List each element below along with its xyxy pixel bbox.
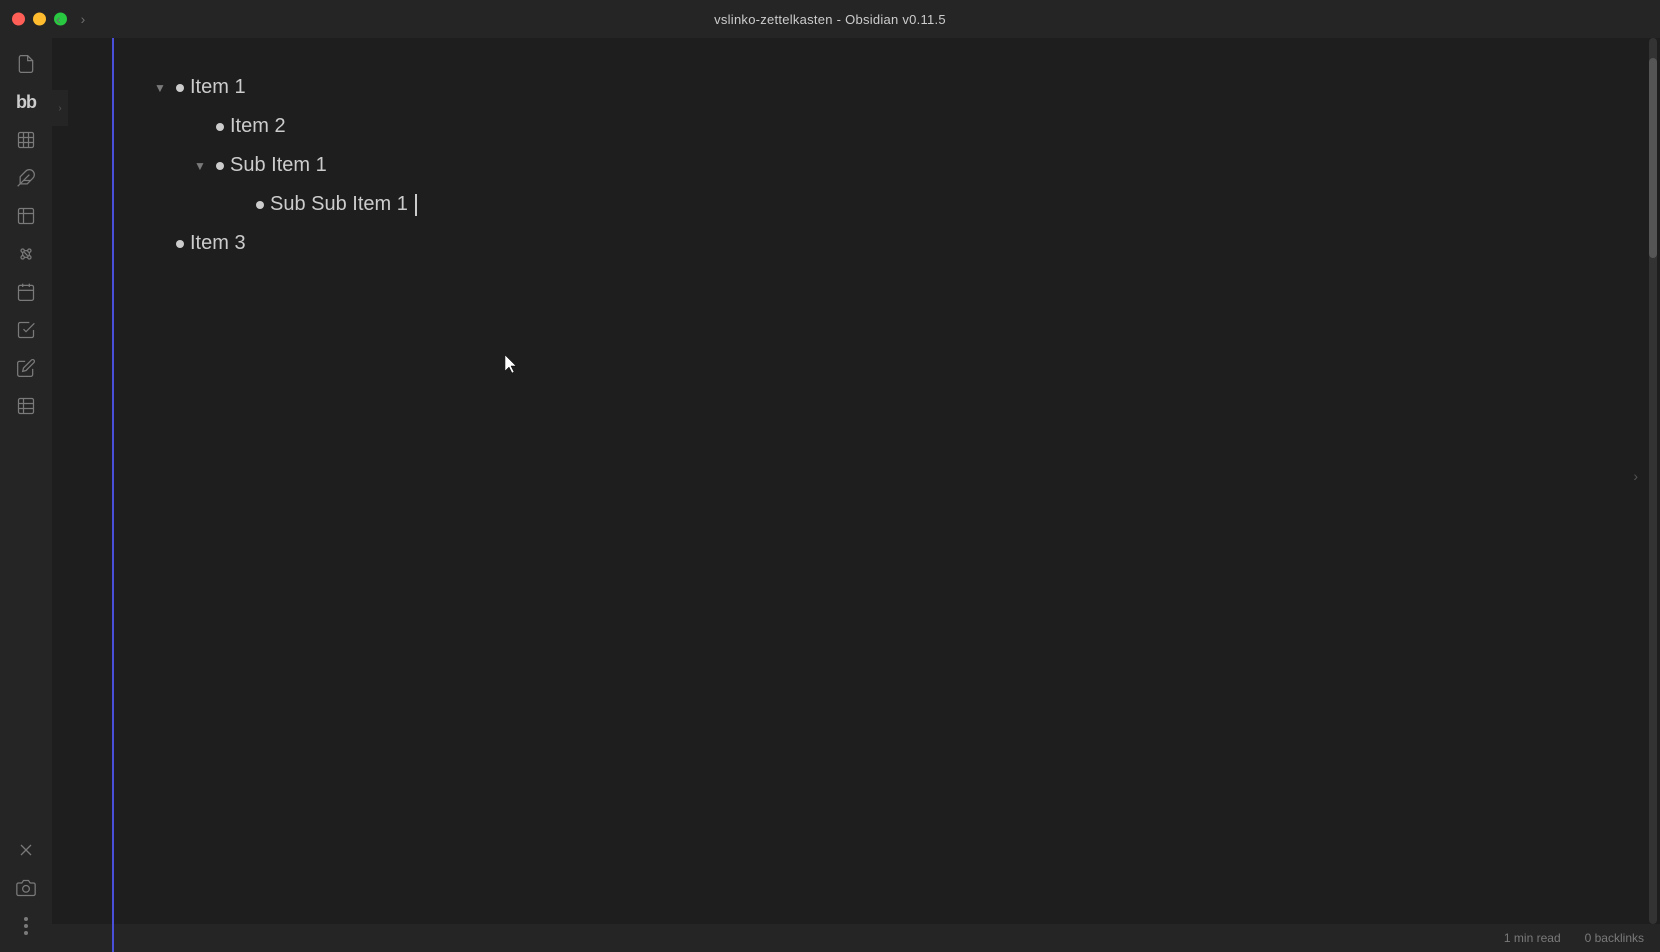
scrollbar[interactable] (1640, 38, 1660, 924)
more-options-icon[interactable] (8, 908, 44, 944)
list-item: Item 2 (154, 107, 1600, 146)
outline-panel-icon[interactable]: bb (8, 84, 44, 120)
close-window-button[interactable] (12, 13, 25, 26)
collapse-arrow-subitem1[interactable]: ▼ (194, 159, 210, 173)
review-icon[interactable] (8, 312, 44, 348)
list-item: Sub Sub Item 1 (154, 185, 1600, 224)
item2-text: Item 2 (230, 115, 286, 138)
scrollbar-track (1649, 38, 1657, 924)
subitem1-text: Sub Item 1 (230, 154, 327, 177)
three-dots-menu[interactable] (18, 911, 34, 941)
read-time: 1 min read (1504, 931, 1561, 945)
editor-area[interactable]: ▼ Item 1 Item 2 ▼ Sub Item 1 Sub Sub Ite… (114, 38, 1640, 924)
extended-table-icon[interactable] (8, 388, 44, 424)
left-border-accent (112, 38, 114, 952)
forward-button[interactable]: › (77, 7, 90, 31)
back-button[interactable]: ‹ (52, 7, 65, 31)
scrollbar-thumb[interactable] (1649, 58, 1657, 258)
template-icon[interactable] (8, 198, 44, 234)
bullet-subitem1 (216, 162, 224, 170)
left-sidebar: bb (0, 38, 52, 952)
bullet-subsubitem1 (256, 201, 264, 209)
subsubitem1-text: Sub Sub Item 1 (270, 193, 408, 216)
outline-bb-label: bb (16, 93, 36, 111)
list-item: Item 3 (154, 224, 1600, 263)
calendar-icon[interactable] (8, 274, 44, 310)
text-cursor (415, 194, 417, 216)
notes-compose-icon[interactable] (8, 350, 44, 386)
item3-text: Item 3 (190, 232, 246, 255)
window-title: vslinko-zettelkasten - Obsidian v0.11.5 (714, 12, 946, 27)
new-note-icon[interactable] (8, 46, 44, 82)
backlinks-count: 0 backlinks (1585, 931, 1644, 945)
table-icon[interactable] (8, 122, 44, 158)
titlebar: ‹ › vslinko-zettelkasten - Obsidian v0.1… (0, 0, 1660, 38)
list-item: ▼ Item 1 (154, 68, 1600, 107)
snapshot-icon[interactable] (8, 870, 44, 906)
sidebar-expand-button[interactable]: › (52, 90, 68, 126)
close-panel-icon[interactable] (8, 832, 44, 868)
collapse-arrow-item1[interactable]: ▼ (154, 81, 170, 95)
graph-view-icon[interactable] (8, 236, 44, 272)
bullet-item1 (176, 84, 184, 92)
bullet-item3 (176, 240, 184, 248)
sidebar-bottom (8, 832, 44, 952)
list-item: ▼ Sub Item 1 (154, 146, 1600, 185)
right-collapse-button[interactable]: › (1633, 468, 1638, 484)
item1-text: Item 1 (190, 76, 246, 99)
statusbar: 1 min read 0 backlinks (0, 924, 1660, 952)
plugin-icon[interactable] (8, 160, 44, 196)
bullet-item2 (216, 123, 224, 131)
navigation-arrows: ‹ › (52, 7, 89, 31)
minimize-window-button[interactable] (33, 13, 46, 26)
